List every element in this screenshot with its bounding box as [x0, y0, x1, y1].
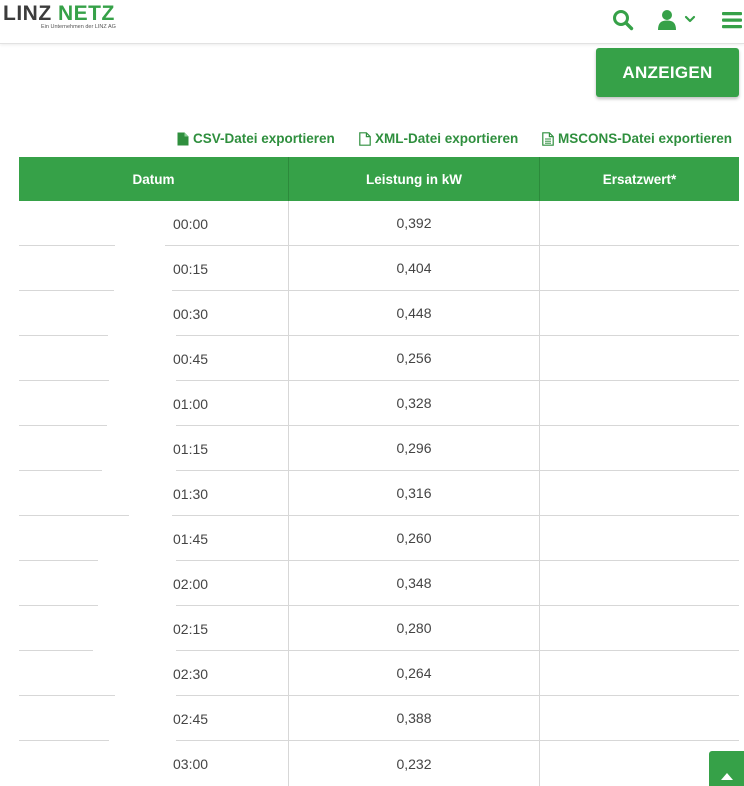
cell-datum: 00:30 — [19, 291, 288, 336]
time-value: 03:00 — [173, 755, 209, 772]
cell-datum: 01:45 — [19, 516, 288, 561]
cell-leistung: 0,448 — [288, 291, 539, 336]
scroll-to-top-button[interactable] — [709, 751, 744, 786]
cell-leistung: 0,260 — [288, 516, 539, 561]
cell-ersatzwert — [539, 336, 739, 381]
time-value: 00:45 — [173, 350, 209, 367]
cell-datum: 02:00 — [19, 561, 288, 606]
cell-datum: 00:45 — [19, 336, 288, 381]
mscons-export-label: MSCONS-Datei exportieren — [558, 131, 733, 146]
table-row: 00:00 0,392 — [19, 201, 739, 246]
table-header: Datum Leistung in kW Ersatzwert* — [19, 157, 739, 201]
cell-datum: 02:30 — [19, 651, 288, 696]
table-row: 01:00 0,328 — [19, 381, 739, 426]
table-row: 01:30 0,316 — [19, 471, 739, 516]
cell-ersatzwert — [539, 696, 739, 741]
csv-export-link[interactable]: CSV-Datei exportieren — [177, 131, 335, 146]
cell-datum: 02:45 — [19, 696, 288, 741]
cell-datum: 00:15 — [19, 246, 288, 291]
linz-netz-logo[interactable]: LINZ NETZ Ein Unternehmen der LINZ AG — [3, 2, 116, 30]
user-icon[interactable] — [657, 9, 677, 31]
cell-ersatzwert — [539, 516, 739, 561]
cell-leistung: 0,348 — [288, 561, 539, 606]
table-row: 02:30 0,264 — [19, 651, 739, 696]
cell-ersatzwert — [539, 201, 739, 246]
cell-leistung: 0,328 — [288, 381, 539, 426]
time-value: 00:15 — [173, 260, 209, 277]
table-row: 02:00 0,348 — [19, 561, 739, 606]
table-row: 02:15 0,280 — [19, 606, 739, 651]
cell-datum: 01:00 — [19, 381, 288, 426]
lastprofil-table: Datum Leistung in kW Ersatzwert* 00:00 0,… — [19, 157, 739, 786]
cell-ersatzwert — [539, 246, 739, 291]
menu-icon[interactable] — [721, 9, 743, 31]
logo-netz: NETZ — [58, 2, 115, 25]
logo-linz: LINZ — [3, 2, 52, 25]
table-row: 01:15 0,296 — [19, 426, 739, 471]
cell-ersatzwert — [539, 471, 739, 516]
column-header-datum[interactable]: Datum — [19, 157, 288, 201]
time-value: 01:30 — [173, 485, 209, 502]
cell-leistung: 0,316 — [288, 471, 539, 516]
xml-export-label: XML-Datei exportieren — [375, 131, 519, 146]
mscons-export-link[interactable]: MSCONS-Datei exportieren — [542, 131, 732, 146]
cell-leistung: 0,392 — [288, 201, 539, 246]
cell-datum: 00:00 — [19, 201, 288, 246]
cell-datum: 02:15 — [19, 606, 288, 651]
logo-wordmark: LINZ NETZ — [3, 2, 115, 26]
cell-leistung: 0,264 — [288, 651, 539, 696]
time-value: 02:00 — [173, 575, 209, 592]
table-row: 03:00 0,232 — [19, 741, 739, 786]
export-links: CSV-Datei exportieren XML-Datei exportie… — [0, 131, 744, 149]
anzeigen-button[interactable]: ANZEIGEN — [596, 48, 739, 97]
time-value: 02:30 — [173, 665, 209, 682]
cell-leistung: 0,296 — [288, 426, 539, 471]
table-row: 00:30 0,448 — [19, 291, 739, 336]
time-value: 00:30 — [173, 305, 209, 322]
mscons-file-icon — [542, 131, 554, 146]
cell-ersatzwert — [539, 606, 739, 651]
xml-export-link[interactable]: XML-Datei exportieren — [359, 131, 518, 146]
cell-ersatzwert — [539, 291, 739, 336]
cell-ersatzwert — [539, 426, 739, 471]
csv-file-icon — [177, 132, 189, 145]
time-value: 01:15 — [173, 440, 209, 457]
logo-subtitle: Ein Unternehmen der LINZ AG — [41, 24, 116, 30]
cell-datum: 01:30 — [19, 471, 288, 516]
cell-leistung: 0,404 — [288, 246, 539, 291]
time-value: 00:00 — [173, 215, 209, 232]
search-icon[interactable] — [612, 9, 634, 31]
cell-leistung: 0,232 — [288, 741, 539, 786]
top-header: LINZ NETZ Ein Unternehmen der LINZ AG — [0, 0, 744, 44]
cell-ersatzwert — [539, 381, 739, 426]
cell-leistung: 0,388 — [288, 696, 539, 741]
cell-datum: 01:15 — [19, 426, 288, 471]
cell-ersatzwert — [539, 561, 739, 606]
time-value: 02:45 — [173, 710, 209, 727]
time-value: 01:45 — [173, 530, 209, 547]
cell-ersatzwert — [539, 651, 739, 696]
chevron-down-icon[interactable] — [684, 13, 696, 25]
column-header-ersatzwert[interactable]: Ersatzwert* — [539, 157, 739, 201]
csv-export-label: CSV-Datei exportieren — [193, 131, 335, 146]
time-value: 02:15 — [173, 620, 209, 637]
xml-file-icon — [359, 131, 371, 146]
cell-leistung: 0,256 — [288, 336, 539, 381]
cell-datum: 03:00 — [19, 741, 288, 786]
caret-up-icon — [720, 773, 733, 780]
cell-leistung: 0,280 — [288, 606, 539, 651]
column-header-leistung[interactable]: Leistung in kW — [288, 157, 539, 201]
table-row: 01:45 0,260 — [19, 516, 739, 561]
table-row: 02:45 0,388 — [19, 696, 739, 741]
table-body: 00:00 0,392 00:15 0,404 00:30 0,448 00:45 0,256… — [19, 201, 739, 786]
time-value: 01:00 — [173, 395, 209, 412]
table-row: 00:45 0,256 — [19, 336, 739, 381]
table-row: 00:15 0,404 — [19, 246, 739, 291]
